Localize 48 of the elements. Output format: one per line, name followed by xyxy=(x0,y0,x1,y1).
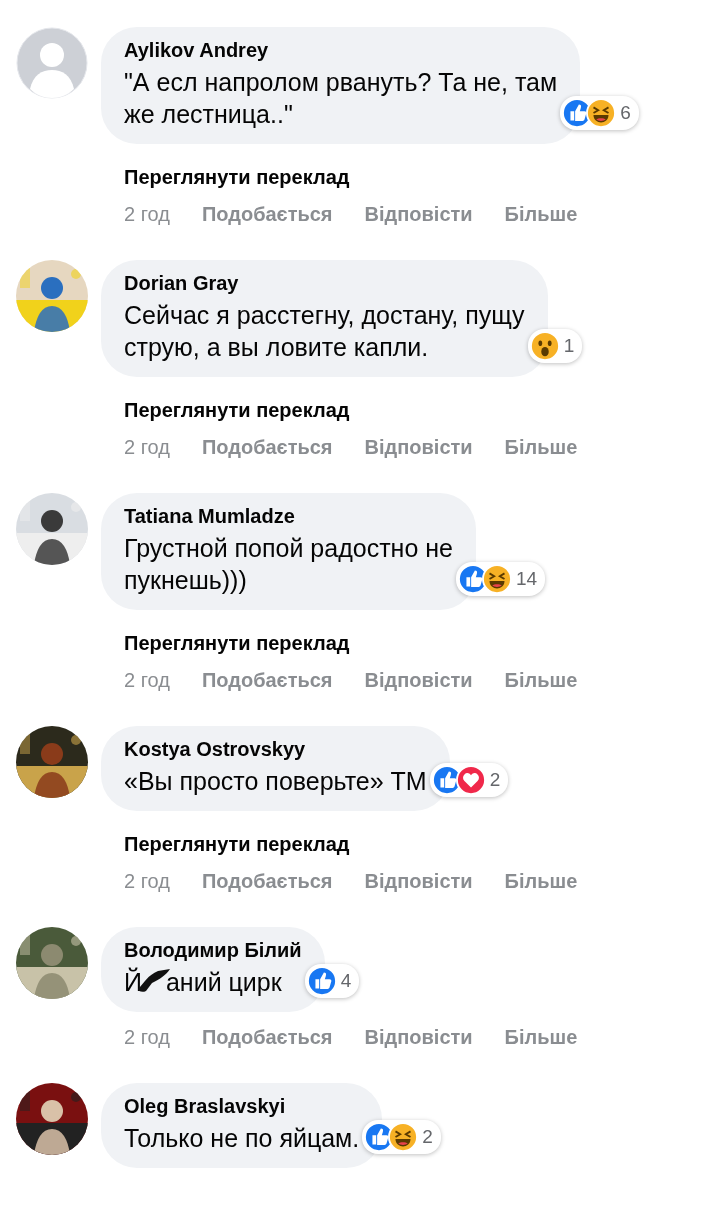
comment-text: "А есл напролом рвануть? Та не, там же лестница.." xyxy=(124,68,558,128)
timestamp: 2 год xyxy=(124,1026,170,1049)
reaction-badge[interactable]: 6 xyxy=(560,96,639,130)
comment-text: аний цирк xyxy=(165,968,282,996)
thumbs-up-icon xyxy=(306,966,337,996)
see-translation-link[interactable]: Переглянути переклад xyxy=(124,399,350,422)
see-translation-link[interactable]: Переглянути переклад xyxy=(124,833,350,856)
reaction-badge[interactable]: 2 xyxy=(429,763,509,797)
reaction-badge[interactable]: 2 xyxy=(362,1120,441,1154)
timestamp: 2 год xyxy=(124,669,170,692)
author-name[interactable]: Aylikov Andrey xyxy=(124,39,269,62)
like-link[interactable]: Подобається xyxy=(201,203,333,226)
comment-text: «Вы просто поверьте» ТМ xyxy=(124,767,427,795)
author-name[interactable]: Dorian Gray xyxy=(124,272,239,295)
more-link[interactable]: Більше xyxy=(504,669,578,692)
laughing-face-icon xyxy=(586,98,617,128)
author-name[interactable]: Tatiana Mumladze xyxy=(124,505,295,528)
more-link[interactable]: Більше xyxy=(504,203,578,226)
reply-link[interactable]: Відповісти xyxy=(364,870,473,893)
author-name[interactable]: Kostya Ostrovskyy xyxy=(124,738,306,761)
more-link[interactable]: Більше xyxy=(504,870,578,893)
see-translation-link[interactable]: Переглянути переклад xyxy=(124,166,350,189)
reaction-badge[interactable]: 1 xyxy=(527,329,583,363)
see-translation-link[interactable]: Переглянути переклад xyxy=(124,632,350,655)
reply-link[interactable]: Відповісти xyxy=(364,203,473,226)
more-link[interactable]: Більше xyxy=(504,1026,578,1049)
timestamp: 2 год xyxy=(124,870,170,893)
author-name[interactable]: Володимир Білий xyxy=(124,939,302,962)
like-link[interactable]: Подобається xyxy=(201,669,333,692)
like-link[interactable]: Подобається xyxy=(201,1026,333,1049)
laughing-face-icon xyxy=(388,1122,419,1152)
laughing-face-icon xyxy=(481,564,512,594)
more-link[interactable]: Більше xyxy=(504,436,578,459)
timestamp: 2 год xyxy=(124,203,170,226)
reply-link[interactable]: Відповісти xyxy=(364,436,473,459)
comment-text: Только не по яйцам. xyxy=(124,1124,360,1152)
reaction-badge[interactable]: 14 xyxy=(455,562,546,596)
reply-link[interactable]: Відповісти xyxy=(364,1026,473,1049)
author-name[interactable]: Oleg Braslavskyi xyxy=(124,1095,286,1118)
timestamp: 2 год xyxy=(124,436,170,459)
comment-text: Грустной попой радостно не пукнешь))) xyxy=(124,534,453,594)
surprised-face-icon xyxy=(529,331,560,361)
comment-text: Сейчас я расстегну, достану, пущу струю, а вы ловите капли. xyxy=(124,301,525,361)
reaction-badge[interactable]: 4 xyxy=(304,964,360,998)
like-link[interactable]: Подобається xyxy=(201,870,333,893)
like-link[interactable]: Подобається xyxy=(201,436,333,459)
comment-text: Й xyxy=(124,968,142,996)
reply-link[interactable]: Відповісти xyxy=(364,669,473,692)
